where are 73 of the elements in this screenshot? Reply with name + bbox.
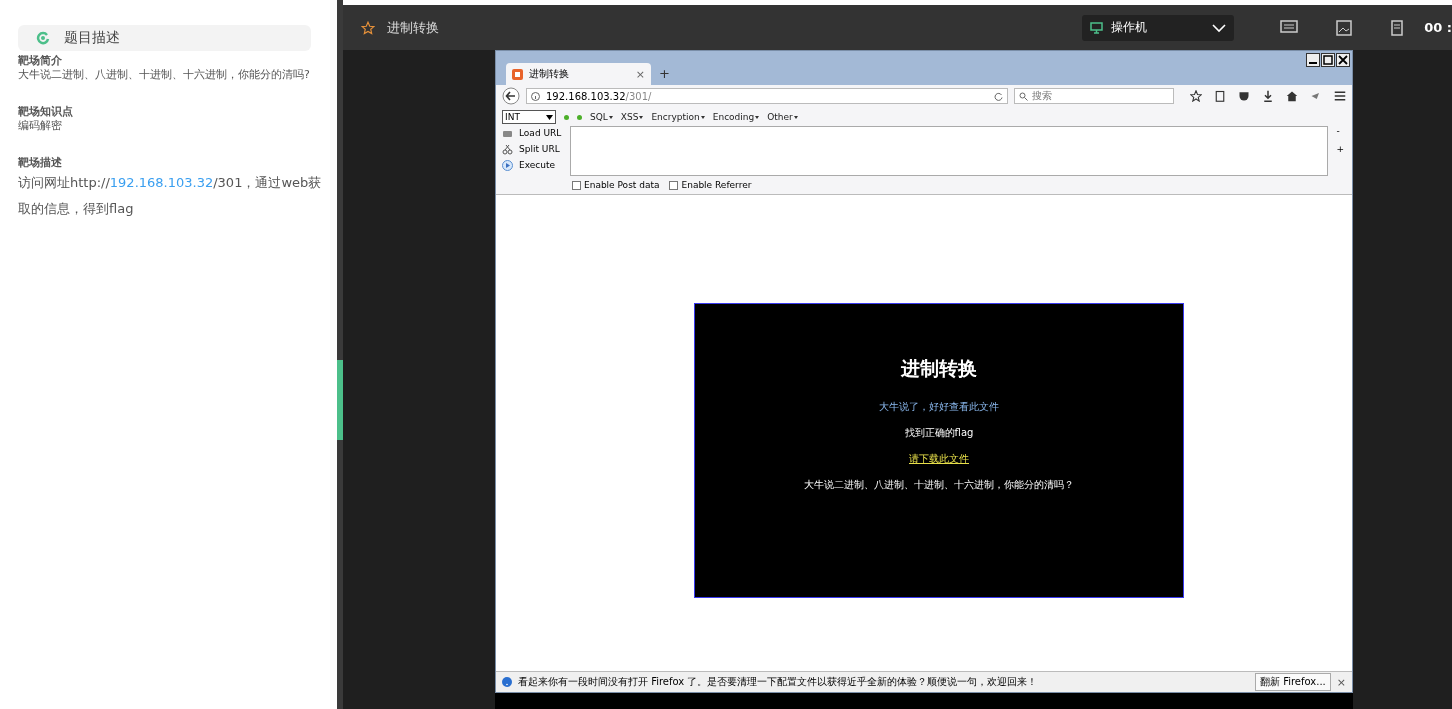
hackbar-menu[interactable]: SQL <box>590 112 613 122</box>
caret-icon <box>639 115 644 119</box>
caret-icon <box>755 115 760 119</box>
status-dot <box>577 114 582 120</box>
maximize-icon[interactable] <box>1321 53 1335 67</box>
timer-text: 00 : <box>1424 20 1452 35</box>
extension-icon <box>1310 90 1322 102</box>
hackbar-menu[interactable]: Other <box>767 112 798 122</box>
address-field[interactable]: 192.168.103.32/301/ <box>526 88 1008 104</box>
hackbar-menu[interactable]: Encoding <box>712 112 760 122</box>
checkbox-label: Enable Referrer <box>681 180 752 190</box>
help-icon <box>502 677 512 687</box>
document-icon[interactable] <box>1390 19 1405 36</box>
caret-icon <box>793 115 798 119</box>
page-heading: 进制转换 <box>901 356 977 381</box>
section-text: 大牛说二进制、八进制、十进制、十六进制，你能分的清吗? <box>18 68 311 82</box>
page-text: 大牛说二进制、八进制、十进制、十六进制，你能分的清吗？ <box>804 478 1074 492</box>
page-text: 找到正确的flag <box>904 426 974 440</box>
side-control[interactable]: - <box>1336 126 1344 136</box>
home-icon <box>1286 90 1298 102</box>
scissors-icon <box>502 143 513 155</box>
browser-tab[interactable]: 进制转换 × <box>506 63 651 85</box>
refresh-firefox-button[interactable]: 翻新 Firefox... <box>1254 673 1331 691</box>
machine-select[interactable]: 操作机 <box>1082 14 1235 41</box>
back-icon[interactable] <box>502 87 520 105</box>
bookmark-star-icon <box>1190 90 1202 102</box>
hackbar-action[interactable]: Load URL <box>519 128 562 138</box>
section-heading: 靶场描述 <box>18 155 63 170</box>
refresh-icon <box>36 31 50 45</box>
dropdown-icon <box>546 114 553 120</box>
play-icon <box>502 159 513 171</box>
status-dot <box>564 114 569 120</box>
download-link[interactable]: 请下载此文件 <box>909 452 969 466</box>
section-heading: 靶场知识点 <box>18 104 74 119</box>
checkbox-label: Enable Post data <box>584 180 660 190</box>
download-icon <box>1262 90 1274 102</box>
section-heading: 靶场简介 <box>18 53 63 68</box>
search-field[interactable]: 搜索 <box>1014 88 1174 104</box>
notification-text: 看起来你有一段时间没有打开 Firefox 了。是否要清理一下配置文件以获得近乎全新的体验？顺便说一句，欢迎回来！ <box>518 675 1038 689</box>
hackbar-menu[interactable]: XSS <box>620 112 644 122</box>
url-input[interactable] <box>569 126 1329 176</box>
message-icon[interactable] <box>1280 19 1299 36</box>
caret-icon <box>608 115 613 119</box>
section-text: 编码解密 <box>18 119 63 133</box>
pocket-icon <box>1238 90 1250 102</box>
chevron-icon <box>1212 22 1227 33</box>
star-icon[interactable] <box>361 20 375 35</box>
header-title: 题目描述 <box>64 29 120 47</box>
caret-icon <box>700 115 705 119</box>
tab-close-icon[interactable]: × <box>635 67 645 81</box>
new-tab-button[interactable]: + <box>651 66 670 85</box>
page-text: 大牛说了，好好查看此文件 <box>879 400 999 414</box>
close-icon[interactable] <box>1336 53 1350 67</box>
reload-icon[interactable] <box>994 91 1003 101</box>
checkbox[interactable] <box>669 180 679 190</box>
hackbar-action[interactable]: Execute <box>519 160 555 170</box>
image-icon[interactable] <box>1336 19 1353 36</box>
page-title: 进制转换 <box>387 18 439 37</box>
monitor-icon <box>1090 21 1104 34</box>
search-icon <box>1019 91 1028 101</box>
tab-favicon-icon <box>512 68 523 80</box>
menu-icon <box>1334 90 1346 102</box>
minimize-icon[interactable] <box>1306 53 1320 67</box>
section-text: 访问网址http://192.168.103.32/301，通过web获取的信息，得到flag <box>18 174 323 218</box>
clipboard-icon <box>1214 90 1226 102</box>
type-select[interactable]: INT <box>502 110 556 124</box>
info-icon <box>531 91 540 101</box>
panel-handle[interactable] <box>337 360 343 440</box>
hackbar-menu[interactable]: Encryption <box>651 112 705 122</box>
notification-close[interactable]: × <box>1336 675 1346 689</box>
hackbar-action[interactable]: Split URL <box>519 144 560 154</box>
checkbox[interactable] <box>572 180 581 190</box>
side-control[interactable]: + <box>1336 144 1344 154</box>
